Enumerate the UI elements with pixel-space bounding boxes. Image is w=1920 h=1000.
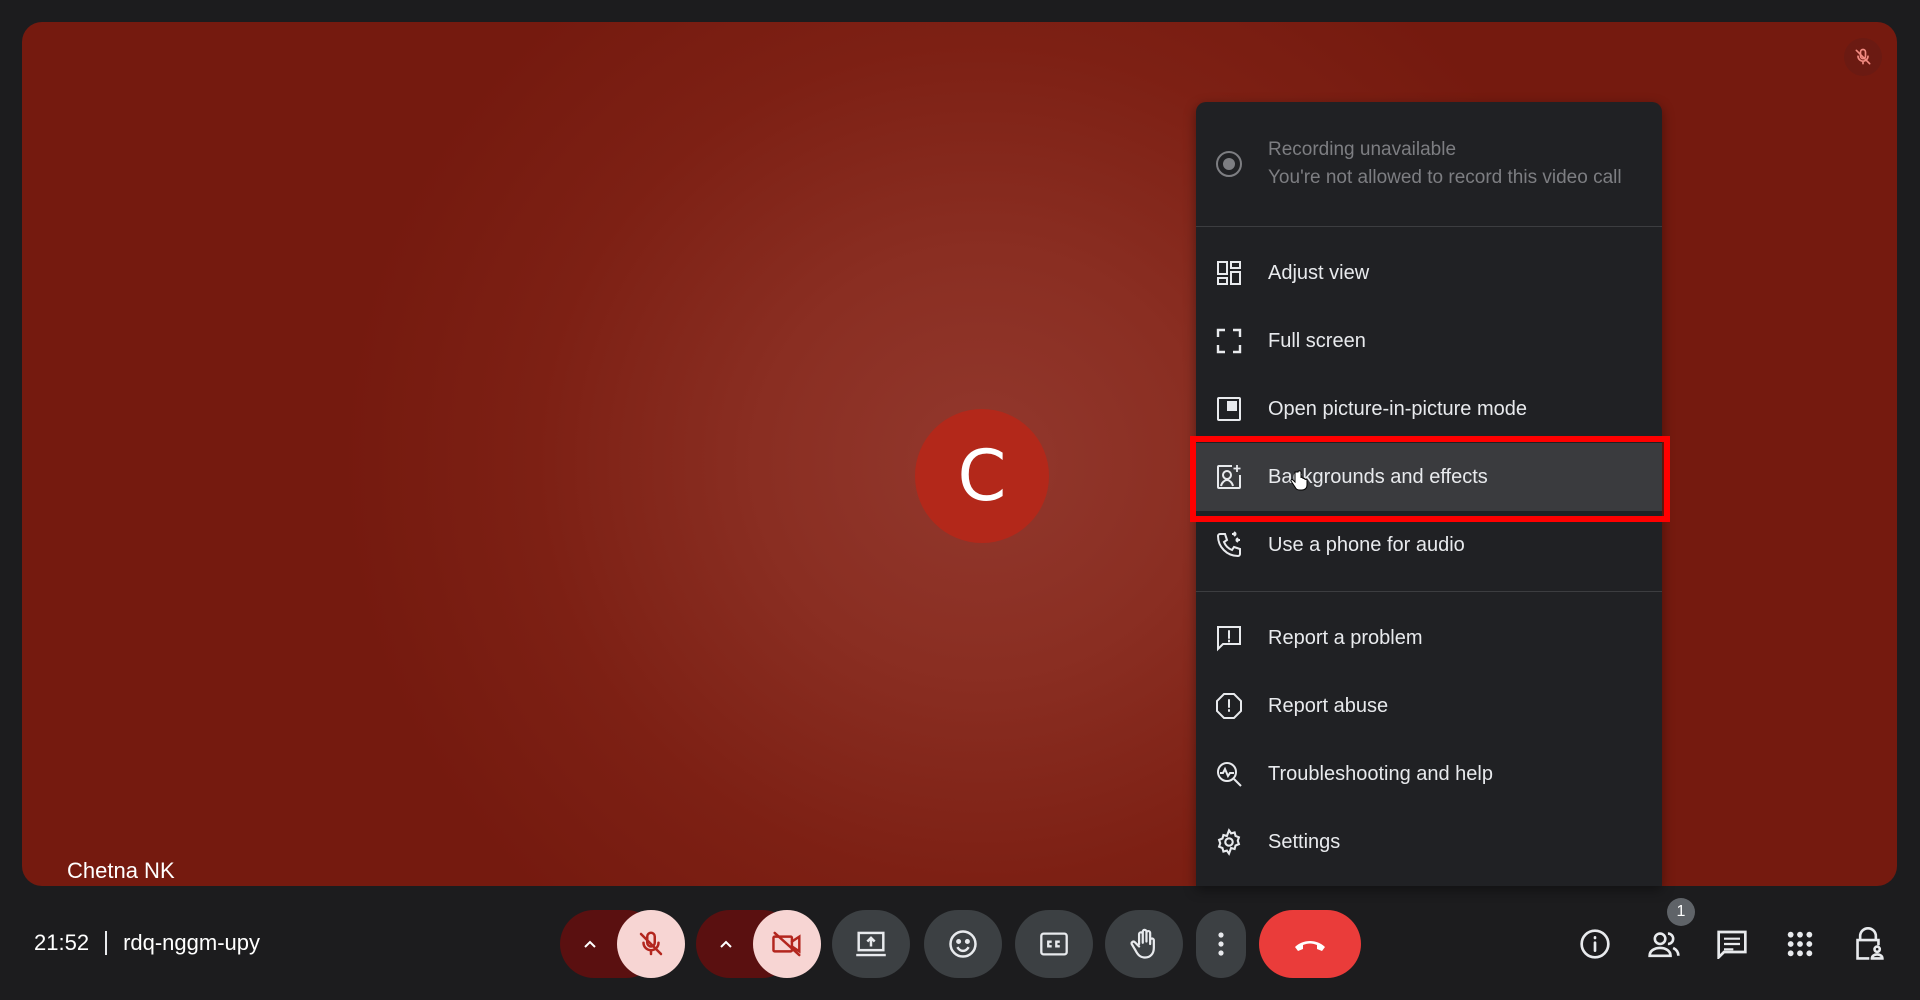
activities-button[interactable] xyxy=(1778,922,1822,966)
recording-subtitle: You're not allowed to record this video … xyxy=(1268,167,1622,188)
menu-item-settings[interactable]: Settings xyxy=(1196,808,1662,876)
highlight-box xyxy=(1190,436,1670,522)
feedback-icon xyxy=(1214,623,1244,653)
menu-item-label: Full screen xyxy=(1268,329,1366,352)
menu-item-label: Troubleshooting and help xyxy=(1268,762,1493,785)
people-count-badge: 1 xyxy=(1667,898,1695,926)
meeting-info: 21:52 rdq-nggm-upy xyxy=(34,930,260,956)
meeting-code: rdq-nggm-upy xyxy=(123,930,261,955)
hand-cursor-icon xyxy=(1290,470,1308,491)
present-icon xyxy=(856,931,886,957)
avatar: C xyxy=(915,409,1049,543)
meeting-details-button[interactable] xyxy=(1573,922,1617,966)
phone-audio-icon xyxy=(1214,530,1244,560)
lock-person-icon xyxy=(1856,927,1884,960)
menu-item-report-problem[interactable]: Report a problem xyxy=(1196,604,1662,672)
menu-item-troubleshooting[interactable]: Troubleshooting and help xyxy=(1196,740,1662,808)
camera-toggle-button[interactable] xyxy=(753,910,821,978)
microphone-toggle-button[interactable] xyxy=(617,910,685,978)
menu-item-label: Report abuse xyxy=(1268,694,1389,717)
menu-item-label: Open picture-in-picture mode xyxy=(1268,397,1528,420)
hand-icon xyxy=(1130,928,1155,959)
people-button[interactable] xyxy=(1642,922,1686,966)
raise-hand-button[interactable] xyxy=(1105,910,1183,978)
fullscreen-icon xyxy=(1214,326,1244,356)
avatar-initial: C xyxy=(957,435,1007,517)
picture-in-picture-icon xyxy=(1214,394,1244,424)
chevron-up-icon xyxy=(720,940,732,948)
troubleshoot-icon xyxy=(1214,759,1244,789)
divider xyxy=(105,931,108,955)
meeting-time: 21:52 xyxy=(34,930,90,955)
menu-item-recording: Recording unavailable You're not allowed… xyxy=(1196,102,1662,226)
tile-mic-muted-icon xyxy=(1844,38,1882,76)
menu-item-label: Use a phone for audio xyxy=(1268,533,1465,556)
grid-view-icon xyxy=(1214,258,1244,288)
menu-item-full-screen[interactable]: Full screen xyxy=(1196,307,1662,375)
host-controls-button[interactable] xyxy=(1846,922,1890,966)
menu-item-label: Settings xyxy=(1268,830,1341,853)
hang-up-icon xyxy=(1295,941,1325,951)
more-options-button[interactable] xyxy=(1196,910,1246,978)
menu-item-label: Report a problem xyxy=(1268,626,1423,649)
chat-icon xyxy=(1717,930,1747,959)
closed-captions-icon xyxy=(1040,932,1068,956)
end-call-button[interactable] xyxy=(1259,910,1361,978)
chevron-up-icon xyxy=(584,940,596,948)
people-icon xyxy=(1648,932,1680,958)
captions-button[interactable] xyxy=(1015,910,1093,978)
emoji-icon xyxy=(949,930,977,958)
menu-item-adjust-view[interactable]: Adjust view xyxy=(1196,239,1662,307)
reactions-button[interactable] xyxy=(924,910,1002,978)
participant-name: Chetna NK xyxy=(67,858,175,883)
menu-divider xyxy=(1196,591,1662,592)
gear-icon xyxy=(1214,827,1244,857)
mic-off-icon xyxy=(639,931,663,956)
report-icon xyxy=(1214,691,1244,721)
camera-off-icon xyxy=(772,931,801,957)
record-icon xyxy=(1214,149,1244,179)
menu-item-label: Adjust view xyxy=(1268,261,1370,284)
menu-item-picture-in-picture[interactable]: Open picture-in-picture mode xyxy=(1196,375,1662,443)
info-icon xyxy=(1580,929,1610,959)
more-vert-icon xyxy=(1218,932,1224,956)
present-screen-button[interactable] xyxy=(832,910,910,978)
recording-title: Recording unavailable xyxy=(1268,139,1457,160)
chat-button[interactable] xyxy=(1710,922,1754,966)
menu-divider xyxy=(1196,226,1662,227)
menu-item-report-abuse[interactable]: Report abuse xyxy=(1196,672,1662,740)
apps-grid-icon xyxy=(1787,931,1813,957)
